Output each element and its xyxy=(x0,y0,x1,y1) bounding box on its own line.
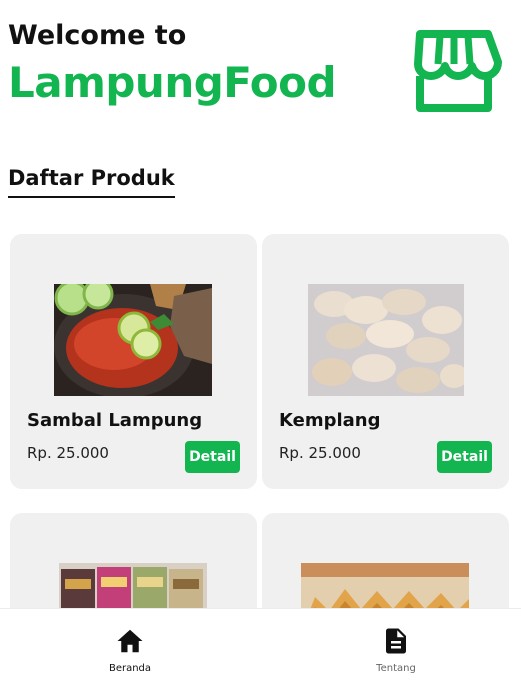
detail-button[interactable]: Detail xyxy=(437,441,492,473)
section-title: Daftar Produk xyxy=(8,166,175,198)
app-header: Welcome to LampungFood xyxy=(0,0,521,130)
product-card[interactable]: Sambal Lampung Rp. 25.000 Detail xyxy=(10,234,257,489)
nav-item-beranda[interactable]: Beranda xyxy=(0,609,260,689)
document-icon xyxy=(386,628,406,654)
home-icon xyxy=(117,629,143,653)
store-icon xyxy=(414,30,502,112)
nav-label-beranda: Beranda xyxy=(108,663,152,674)
product-name: Sambal Lampung xyxy=(27,410,203,431)
product-price: Rp. 25.000 xyxy=(279,444,361,462)
detail-button[interactable]: Detail xyxy=(185,441,240,473)
product-image-sambal xyxy=(54,284,212,396)
product-card[interactable]: Kemplang Rp. 25.000 Detail xyxy=(262,234,509,489)
nav-label-tentang: Tentang xyxy=(376,663,416,674)
welcome-text: Welcome to xyxy=(8,20,187,51)
nav-item-tentang[interactable]: Tentang xyxy=(266,609,521,689)
bottom-navigation: Beranda Tentang xyxy=(0,608,521,689)
brand-title: LampungFood xyxy=(8,58,337,107)
product-image-kemplang xyxy=(308,284,466,396)
product-price: Rp. 25.000 xyxy=(27,444,109,462)
product-name: Kemplang xyxy=(279,410,381,431)
